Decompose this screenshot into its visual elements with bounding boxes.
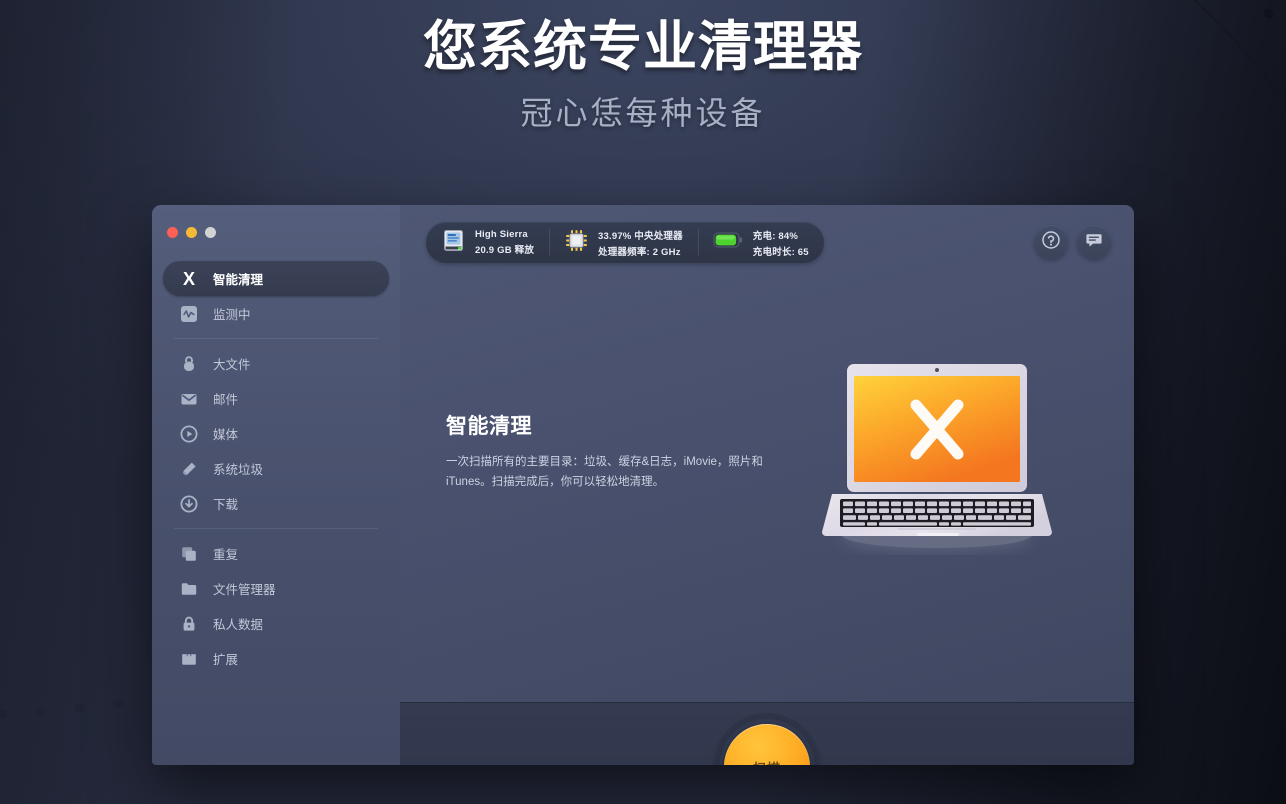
sidebar-item-label: 系统垃圾 bbox=[213, 463, 264, 477]
sidebar-item-label: 邮件 bbox=[213, 393, 239, 407]
disk-line-1: High Sierra bbox=[475, 229, 528, 240]
content-description: 一次扫描所有的主要目录：垃圾、缓存&日志，iMovie，照片和iTunes。扫描… bbox=[446, 456, 763, 489]
sidebar: X 智能清理 监测中 大文件 邮件 媒体 系统垃圾 下载 重复 文件管理器 私人… bbox=[152, 205, 400, 765]
extensions-icon bbox=[179, 649, 199, 669]
sidebar-item-big-files[interactable]: 大文件 bbox=[163, 346, 389, 381]
page-subtitle: 冠心恁每种设备 bbox=[520, 95, 766, 132]
big-files-icon bbox=[179, 354, 199, 374]
sidebar-item-monitoring[interactable]: 监测中 bbox=[163, 296, 389, 331]
zoom-window-button[interactable] bbox=[205, 227, 216, 238]
sidebar-item-label: 下载 bbox=[213, 498, 239, 512]
cpu-line-1: 33.97% 中央处理器 bbox=[598, 230, 683, 242]
system-status-bar: High Sierra 20.9 GB 释放 33.97% 中央处理器 处理器频… bbox=[426, 222, 824, 263]
duplicates-icon bbox=[179, 544, 199, 564]
window-traffic-lights bbox=[152, 215, 400, 253]
sidebar-item-label: 媒体 bbox=[213, 428, 239, 442]
feedback-chat-icon bbox=[1084, 230, 1104, 255]
disk-line-2: 20.9 GB 释放 bbox=[475, 245, 535, 256]
close-window-button[interactable] bbox=[167, 227, 178, 238]
status-pill-battery[interactable]: 充电: 84% 充电时长: 65 bbox=[697, 222, 824, 263]
sidebar-item-mail[interactable]: 邮件 bbox=[163, 381, 389, 416]
status-pill-disk[interactable]: High Sierra 20.9 GB 释放 bbox=[426, 222, 549, 263]
mail-icon bbox=[179, 389, 199, 409]
sidebar-nav: X 智能清理 监测中 大文件 邮件 媒体 系统垃圾 下载 重复 文件管理器 私人… bbox=[152, 261, 400, 676]
sidebar-item-label: 重复 bbox=[213, 548, 239, 562]
status-pill-group: High Sierra 20.9 GB 释放 33.97% 中央处理器 处理器频… bbox=[426, 222, 824, 263]
sidebar-item-system-junk[interactable]: 系统垃圾 bbox=[163, 451, 389, 486]
lock-icon bbox=[179, 614, 199, 634]
folder-icon bbox=[179, 579, 199, 599]
cpu-line-2: 处理器频率: 2 GHz bbox=[598, 246, 681, 258]
status-pill-battery-text: 充电: 84% 充电时长: 65 bbox=[753, 228, 809, 258]
content-heading: 智能清理 bbox=[446, 415, 532, 438]
sidebar-divider-1 bbox=[174, 338, 378, 339]
app-window: X 智能清理 监测中 大文件 邮件 媒体 系统垃圾 下载 重复 文件管理器 私人… bbox=[152, 205, 1134, 765]
battery-line-2: 充电时长: 65 bbox=[752, 246, 809, 258]
help-button[interactable] bbox=[1034, 225, 1068, 259]
feedback-button[interactable] bbox=[1077, 225, 1111, 259]
sidebar-item-file-manager[interactable]: 文件管理器 bbox=[163, 571, 389, 606]
scan-button-label: 扫描 bbox=[753, 758, 781, 766]
hard-drive-icon bbox=[441, 228, 466, 258]
download-icon bbox=[179, 494, 199, 514]
status-pill-cpu[interactable]: 33.97% 中央处理器 处理器频率: 2 GHz bbox=[549, 222, 698, 263]
sidebar-item-label: 私人数据 bbox=[213, 618, 264, 632]
status-pill-cpu-text: 33.97% 中央处理器 处理器频率: 2 GHz bbox=[598, 228, 683, 258]
toolbar-actions bbox=[1034, 225, 1111, 259]
sidebar-item-extensions[interactable]: 扩展 bbox=[163, 641, 389, 676]
sidebar-item-label: 智能清理 bbox=[213, 273, 264, 287]
sidebar-item-label: 扩展 bbox=[213, 653, 239, 667]
main-content: High Sierra 20.9 GB 释放 33.97% 中央处理器 处理器频… bbox=[400, 205, 1134, 765]
status-pill-disk-text: High Sierra 20.9 GB 释放 bbox=[475, 229, 534, 256]
macbook-with-x-icon bbox=[822, 364, 1052, 548]
scan-button-wrap: 扫描 bbox=[719, 719, 815, 766]
page-title: 您系统专业清理器 bbox=[423, 17, 863, 77]
sidebar-item-label: 监测中 bbox=[213, 308, 251, 322]
sidebar-item-label: 大文件 bbox=[213, 358, 251, 372]
x-logo-icon: X bbox=[182, 268, 195, 289]
sidebar-item-downloads[interactable]: 下载 bbox=[163, 486, 389, 521]
battery-icon bbox=[713, 229, 744, 256]
sidebar-divider-2 bbox=[174, 528, 378, 529]
hero-header: 您系统专业清理器 冠心恁每种设备 bbox=[0, 0, 1286, 134]
main-bottom-bar: 扫描 bbox=[400, 702, 1134, 765]
cpu-chip-icon bbox=[564, 228, 589, 258]
sidebar-item-smart-clean[interactable]: X 智能清理 bbox=[163, 261, 389, 296]
media-play-icon bbox=[179, 424, 199, 444]
monitor-pulse-icon bbox=[179, 304, 199, 324]
sidebar-item-media[interactable]: 媒体 bbox=[163, 416, 389, 451]
help-icon bbox=[1041, 230, 1061, 255]
eraser-icon bbox=[179, 459, 199, 479]
sidebar-item-label: 文件管理器 bbox=[213, 583, 276, 597]
sidebar-item-duplicates[interactable]: 重复 bbox=[163, 536, 389, 571]
content-block: 智能清理 一次扫描所有的主要目录：垃圾、缓存&日志，iMovie，照片和iTun… bbox=[446, 410, 776, 492]
minimize-window-button[interactable] bbox=[186, 227, 197, 238]
battery-line-1: 充电: 84% bbox=[752, 230, 799, 242]
sidebar-item-private-data[interactable]: 私人数据 bbox=[163, 606, 389, 641]
